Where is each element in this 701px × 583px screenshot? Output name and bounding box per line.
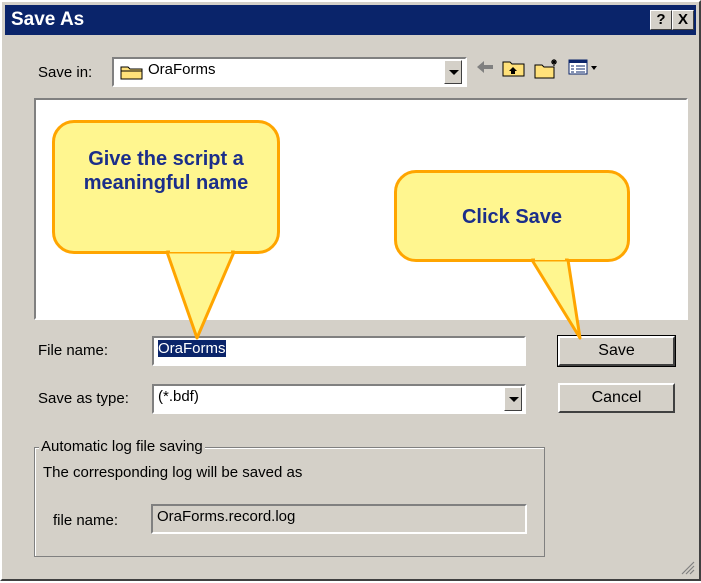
save-as-dialog: Save As ? X Save in: OraForms File name:… [0,0,701,581]
callout-tails [165,246,582,340]
